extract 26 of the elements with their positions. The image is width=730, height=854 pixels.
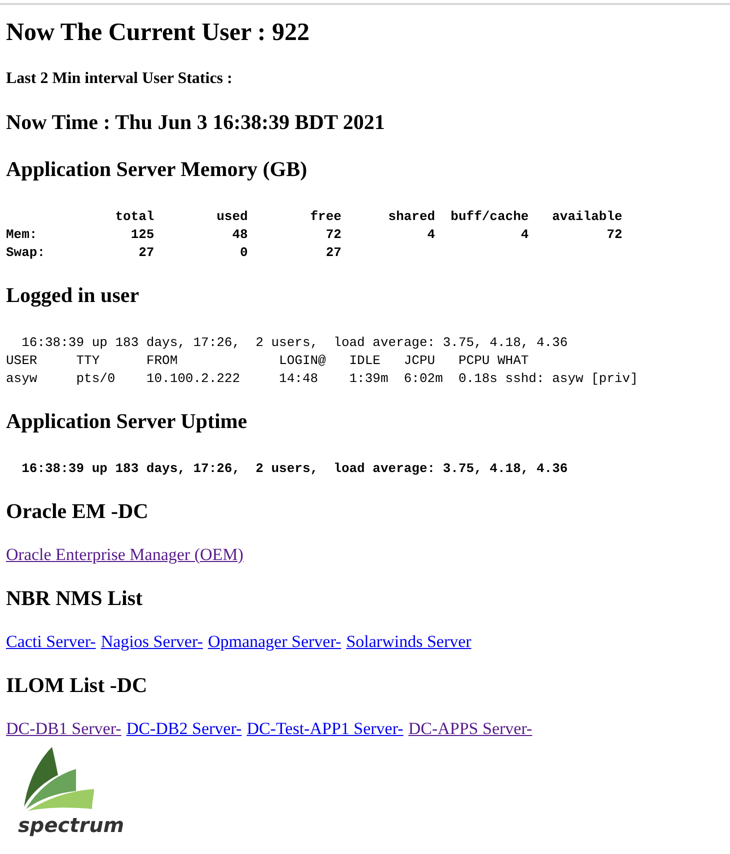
server-link[interactable]: Nagios Server- [100,632,203,652]
server-link[interactable]: Cacti Server- [6,632,96,652]
section-heading: ILOM List -DC [6,672,148,699]
section-heading: Application Server Uptime [6,408,248,435]
command-output-line: Mem: 125 48 72 4 4 72 [6,226,624,244]
section-heading: Now Time : Thu Jun 3 16:38:39 BDT 2021 [6,109,386,136]
server-link[interactable]: DC-Test-APP1 Server- [246,719,404,739]
server-link[interactable]: DC-DB1 Server- [6,719,122,739]
server-link[interactable]: DC-DB2 Server- [126,719,242,739]
server-link[interactable]: Solarwinds Server [346,632,472,652]
command-output-line: asyw pts/0 10.100.2.222 14:48 1:39m 6:02m 0.18s sshd: asyw [priv] [6,370,639,388]
section-subtitle: Last 2 Min interval User Statics : [6,69,234,89]
server-link[interactable]: DC-APPS Server- [408,719,532,739]
section-heading: NBR NMS List [6,585,144,612]
section-heading: Oracle EM -DC [6,498,150,525]
logo-text: spectrum [18,815,124,835]
command-output-line: 16:38:39 up 183 days, 17:26, 2 users, load average: 3.75, 4.18, 4.36 [20,460,569,478]
command-output-line: Swap: 27 0 27 [6,244,342,262]
section-heading: Logged in user [6,282,140,309]
server-link[interactable]: Opmanager Server- [208,632,342,652]
server-link[interactable]: Oracle Enterprise Manager (OEM) [6,545,244,565]
command-output-line: USER TTY FROM LOGIN@ IDLE JCPU PCPU WHAT [6,352,530,370]
command-output-line: 16:38:39 up 183 days, 17:26, 2 users, load average: 3.75, 4.18, 4.36 [20,334,569,352]
page-title: Now The Current User : 922 [6,18,310,48]
section-heading: Application Server Memory (GB) [6,156,308,183]
command-output-line: total used free shared buff/cache available [114,208,624,226]
